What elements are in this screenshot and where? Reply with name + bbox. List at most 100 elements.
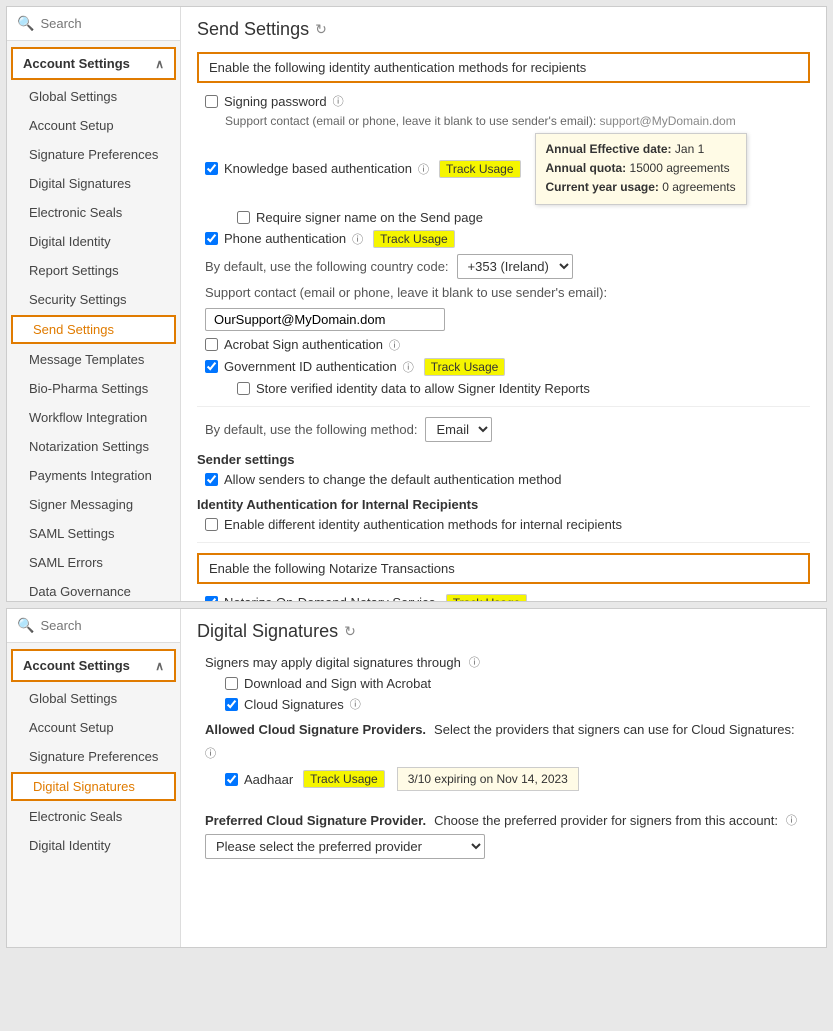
phone-auth-row: Phone authentication ⓘ Track Usage xyxy=(205,230,810,248)
phone-track-usage-button[interactable]: Track Usage xyxy=(373,230,455,248)
sidebar-item-report-settings[interactable]: Report Settings xyxy=(7,256,180,285)
allow-senders-checkbox[interactable] xyxy=(205,473,218,486)
account-settings-header-bottom[interactable]: Account Settings ∧ xyxy=(11,649,176,682)
internal-recipients-label: Identity Authentication for Internal Rec… xyxy=(197,497,810,512)
refresh-icon[interactable]: ↻ xyxy=(315,21,327,38)
allow-senders-row: Allow senders to change the default auth… xyxy=(205,472,810,487)
govt-id-checkbox[interactable] xyxy=(205,360,218,373)
enable-internal-auth-row: Enable different identity authentication… xyxy=(205,517,810,532)
sidebar-item-notarization-settings[interactable]: Notarization Settings xyxy=(7,432,180,461)
signing-password-checkbox[interactable] xyxy=(205,95,218,108)
default-method-row: By default, use the following method: Em… xyxy=(205,417,810,442)
require-signer-name-checkbox[interactable] xyxy=(237,211,250,224)
refresh-icon-bottom[interactable]: ↻ xyxy=(344,623,356,640)
main-digital-signatures: Digital Signatures ↻ Signers may apply d… xyxy=(181,609,826,947)
sidebar-item-saml-errors[interactable]: SAML Errors xyxy=(7,548,180,577)
sender-settings-label: Sender settings xyxy=(197,452,810,467)
sidebar-item-saml-settings[interactable]: SAML Settings xyxy=(7,519,180,548)
support-contact-input[interactable] xyxy=(205,308,445,331)
acrobat-sign-auth-row: Acrobat Sign authentication ⓘ xyxy=(205,337,810,353)
phone-auth-help-icon[interactable]: ⓘ xyxy=(352,231,363,247)
preferred-provider-help-icon[interactable]: ⓘ xyxy=(786,812,797,828)
acrobat-sign-auth-checkbox[interactable] xyxy=(205,338,218,351)
sidebar-item-account-setup[interactable]: Account Setup xyxy=(7,111,180,140)
allowed-providers-help-icon[interactable]: ⓘ xyxy=(205,745,216,761)
allowed-providers-row: Allowed Cloud Signature Providers. Selec… xyxy=(205,722,810,761)
kba-row: Knowledge based authentication ⓘ Track U… xyxy=(205,133,810,205)
account-settings-label: Account Settings xyxy=(23,56,130,71)
page-title-digital-signatures: Digital Signatures ↻ xyxy=(197,621,810,642)
sidebar-bottom-item-account-setup[interactable]: Account Setup xyxy=(7,713,180,742)
sidebar-item-message-templates[interactable]: Message Templates xyxy=(7,345,180,374)
sidebar-item-payments-integration[interactable]: Payments Integration xyxy=(7,461,180,490)
sidebar-item-digital-signatures[interactable]: Digital Signatures xyxy=(7,169,180,198)
aadhaar-track-usage-button[interactable]: Track Usage xyxy=(303,770,385,788)
sidebar-item-bio-pharma[interactable]: Bio-Pharma Settings xyxy=(7,374,180,403)
support-contact-row2: Support contact (email or phone, leave i… xyxy=(205,285,810,331)
signers-help-icon[interactable]: ⓘ xyxy=(469,654,480,670)
phone-auth-checkbox[interactable] xyxy=(205,232,218,245)
account-settings-header[interactable]: Account Settings ∧ xyxy=(11,47,176,80)
sidebar-bottom-item-digital-identity[interactable]: Digital Identity xyxy=(7,831,180,860)
sidebar-top: 🔍 Account Settings ∧ Global Settings Acc… xyxy=(7,7,181,601)
sidebar-item-workflow-integration[interactable]: Workflow Integration xyxy=(7,403,180,432)
notarize-section-header: Enable the following Notarize Transactio… xyxy=(197,553,810,584)
default-method-select[interactable]: Email xyxy=(425,417,492,442)
kba-track-usage-button[interactable]: Track Usage xyxy=(439,160,521,178)
sidebar-item-data-governance[interactable]: Data Governance xyxy=(7,577,180,606)
sidebar-bottom-item-signature-preferences[interactable]: Signature Preferences xyxy=(7,742,180,771)
sidebar-item-signature-preferences[interactable]: Signature Preferences xyxy=(7,140,180,169)
sidebar-bottom-item-digital-signatures[interactable]: Digital Signatures xyxy=(11,772,176,801)
govt-id-row: Government ID authentication ⓘ Track Usa… xyxy=(205,358,810,376)
cloud-signatures-checkbox[interactable] xyxy=(225,698,238,711)
kba-tooltip-popup: Annual Effective date: Jan 1 Annual quot… xyxy=(535,133,747,205)
require-signer-name-row: Require signer name on the Send page xyxy=(237,210,810,225)
sidebar-bottom-item-global-settings[interactable]: Global Settings xyxy=(7,684,180,713)
signing-password-help-icon[interactable]: ⓘ xyxy=(333,93,344,109)
govt-id-help-icon[interactable]: ⓘ xyxy=(403,359,414,375)
sidebar-item-send-settings[interactable]: Send Settings xyxy=(11,315,176,344)
country-code-row: By default, use the following country co… xyxy=(205,254,810,279)
kba-checkbox[interactable] xyxy=(205,162,218,175)
chevron-up-icon: ∧ xyxy=(155,57,164,71)
acrobat-sign-help-icon[interactable]: ⓘ xyxy=(389,337,400,353)
search-bar-bottom[interactable]: 🔍 xyxy=(7,609,180,643)
download-sign-acrobat-checkbox[interactable] xyxy=(225,677,238,690)
identity-section-header: Enable the following identity authentica… xyxy=(197,52,810,83)
sidebar-bottom: 🔍 Account Settings ∧ Global Settings Acc… xyxy=(7,609,181,947)
search-bar-top[interactable]: 🔍 xyxy=(7,7,180,41)
aadhaar-tooltip-popup: 3/10 expiring on Nov 14, 2023 xyxy=(397,767,579,791)
notarize-on-demand-row: Notarize On-Demand Notary Service Track … xyxy=(205,594,810,601)
country-code-select[interactable]: +353 (Ireland) xyxy=(457,254,573,279)
support-contact-row1: Support contact (email or phone, leave i… xyxy=(225,114,810,128)
sidebar-item-security-settings[interactable]: Security Settings xyxy=(7,285,180,314)
store-verified-identity-checkbox[interactable] xyxy=(237,382,250,395)
store-verified-identity-row: Store verified identity data to allow Si… xyxy=(237,381,810,396)
sidebar-item-digital-identity[interactable]: Digital Identity xyxy=(7,227,180,256)
govt-id-track-usage-button[interactable]: Track Usage xyxy=(424,358,506,376)
page-title-send-settings: Send Settings ↻ xyxy=(197,19,810,40)
cloud-signatures-row: Cloud Signatures ⓘ xyxy=(225,696,810,712)
enable-internal-auth-checkbox[interactable] xyxy=(205,518,218,531)
cloud-signatures-help-icon[interactable]: ⓘ xyxy=(350,696,361,712)
sidebar-item-electronic-seals[interactable]: Electronic Seals xyxy=(7,198,180,227)
search-icon: 🔍 xyxy=(17,15,34,32)
sidebar-item-signer-messaging[interactable]: Signer Messaging xyxy=(7,490,180,519)
signing-password-row: Signing password ⓘ xyxy=(205,93,810,109)
sidebar-item-global-settings[interactable]: Global Settings xyxy=(7,82,180,111)
search-input-bottom[interactable] xyxy=(40,618,170,633)
notarize-on-demand-track-usage-button[interactable]: Track Usage xyxy=(446,594,528,601)
download-sign-acrobat-row: Download and Sign with Acrobat xyxy=(225,676,810,691)
aadhaar-row: Aadhaar Track Usage 3/10 expiring on Nov… xyxy=(225,767,810,791)
sidebar-bottom-item-electronic-seals[interactable]: Electronic Seals xyxy=(7,802,180,831)
main-send-settings: Send Settings ↻ Enable the following ide… xyxy=(181,7,826,601)
preferred-provider-row: Preferred Cloud Signature Provider. Choo… xyxy=(205,812,810,828)
search-icon-bottom: 🔍 xyxy=(17,617,34,634)
chevron-up-icon-bottom: ∧ xyxy=(155,659,164,673)
search-input-top[interactable] xyxy=(40,16,170,31)
preferred-provider-select[interactable]: Please select the preferred provider xyxy=(205,834,485,859)
signers-may-apply-row: Signers may apply digital signatures thr… xyxy=(205,654,810,670)
notarize-on-demand-checkbox[interactable] xyxy=(205,596,218,601)
aadhaar-checkbox[interactable] xyxy=(225,773,238,786)
kba-help-icon[interactable]: ⓘ xyxy=(418,161,429,177)
